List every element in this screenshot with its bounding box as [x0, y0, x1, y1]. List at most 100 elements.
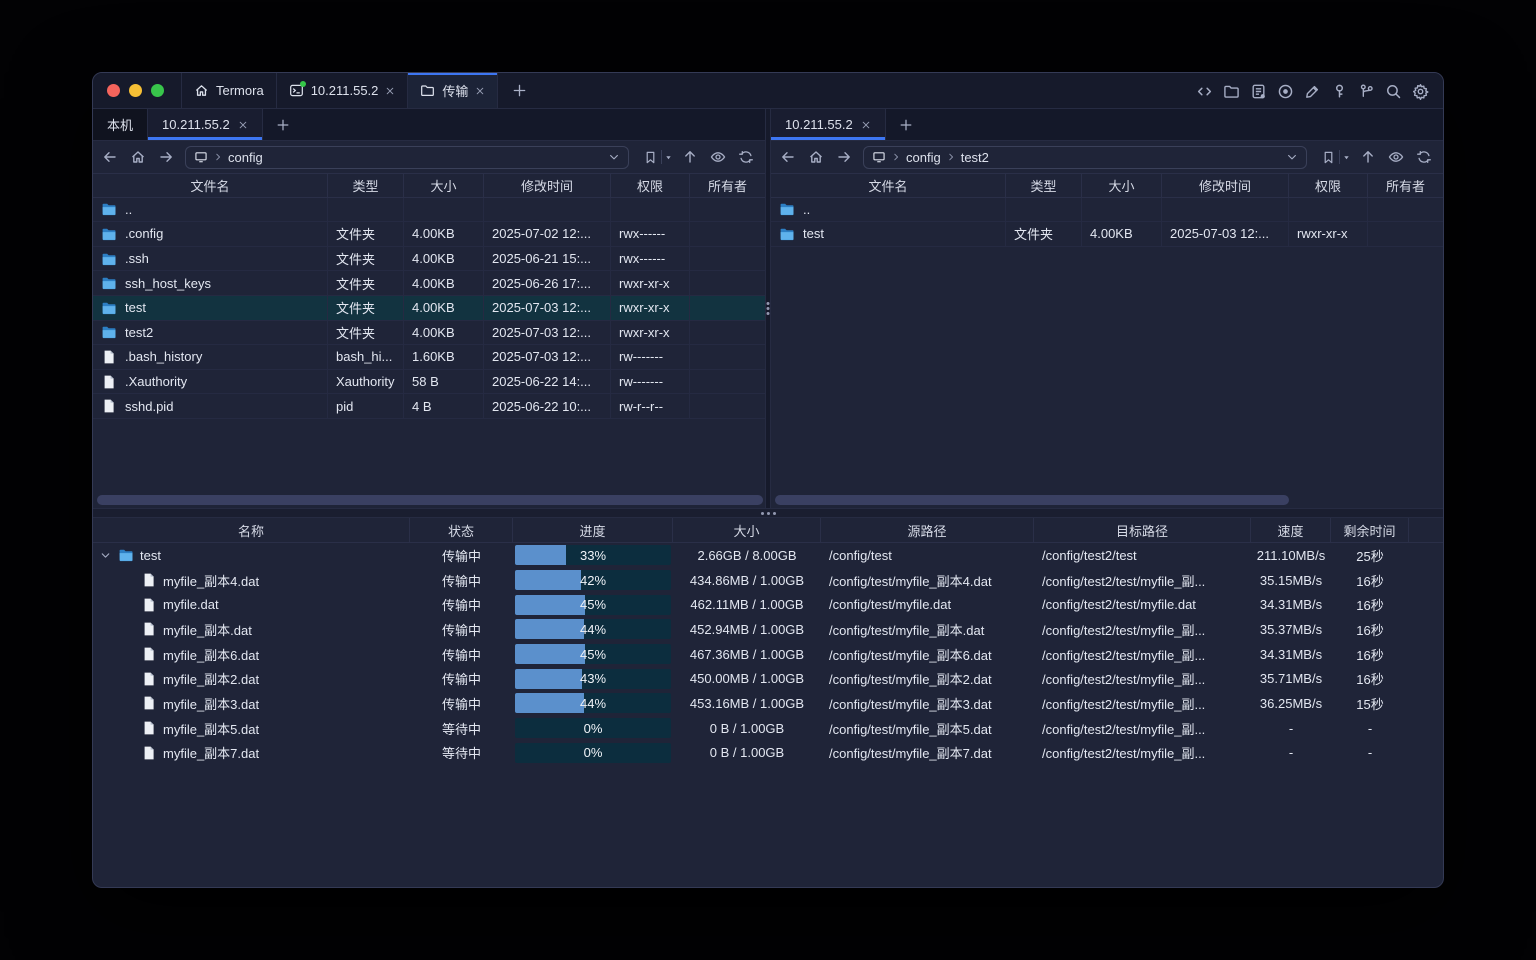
- edit-button[interactable]: [1304, 79, 1321, 103]
- back-button[interactable]: [775, 145, 801, 169]
- file-mtime: 2025-06-22 10:...: [492, 399, 591, 414]
- window-tab---[interactable]: 传输: [408, 73, 498, 108]
- file-perm-cell: rwxr-xr-x: [611, 271, 690, 295]
- window-tab-home[interactable]: Termora: [181, 73, 277, 108]
- up-directory-button[interactable]: [1355, 145, 1381, 169]
- file-row[interactable]: .XauthorityXauthority58 B2025-06-22 14:.…: [93, 370, 765, 395]
- termora-window: Termora10.211.55.2传输 本机10.211.55.2config…: [92, 72, 1444, 888]
- path-segment[interactable]: test2: [961, 150, 989, 165]
- horizontal-scrollbar-thumb[interactable]: [97, 495, 763, 505]
- zoom-window-button[interactable]: [151, 84, 164, 97]
- close-tab-icon[interactable]: [475, 86, 485, 96]
- panel-tab-10-211-55-2[interactable]: 10.211.55.2: [148, 109, 263, 140]
- address-bar[interactable]: config: [185, 146, 629, 169]
- forward-button[interactable]: [831, 145, 857, 169]
- path-segment[interactable]: config: [906, 150, 941, 165]
- branch-button[interactable]: [1358, 79, 1375, 103]
- transfer-row[interactable]: myfile.dat传输中45%462.11MB / 1.00GB/config…: [93, 592, 1443, 617]
- new-tab-button[interactable]: [498, 73, 541, 108]
- column-header[interactable]: 所有者: [690, 174, 765, 197]
- search-button[interactable]: [1385, 79, 1402, 103]
- transfer-row[interactable]: myfile_副本2.dat传输中43%450.00MB / 1.00GB/co…: [93, 666, 1443, 691]
- close-tab-icon[interactable]: [861, 120, 871, 130]
- transfer-name: myfile_副本3.dat: [163, 694, 259, 713]
- bookmark-button[interactable]: [1317, 145, 1353, 169]
- transfer-row[interactable]: myfile_副本5.dat等待中0%0 B / 1.00GB/config/t…: [93, 716, 1443, 741]
- file-row[interactable]: ..: [771, 198, 1443, 223]
- column-header[interactable]: 进度: [513, 518, 673, 542]
- expand-chevron-icon[interactable]: [99, 549, 112, 562]
- file-row[interactable]: .config文件夹4.00KB2025-07-02 12:...rwx----…: [93, 222, 765, 247]
- address-bar[interactable]: config test2: [863, 146, 1307, 169]
- column-header[interactable]: 大小: [404, 174, 484, 197]
- transfer-row[interactable]: test传输中33%2.66GB / 8.00GB/config/test/co…: [93, 543, 1443, 568]
- file-name-cell: test: [93, 296, 328, 320]
- forward-button[interactable]: [153, 145, 179, 169]
- new-panel-tab-button[interactable]: [886, 109, 926, 140]
- file-type-cell: 文件夹: [328, 247, 404, 271]
- file-row[interactable]: .ssh文件夹4.00KB2025-06-21 15:...rwx------: [93, 247, 765, 272]
- column-header[interactable]: 目标路径: [1034, 518, 1251, 542]
- folders-button[interactable]: [1223, 79, 1240, 103]
- close-tab-icon[interactable]: [385, 86, 395, 96]
- settings-button[interactable]: [1412, 79, 1429, 103]
- up-directory-button[interactable]: [677, 145, 703, 169]
- show-hidden-button[interactable]: [705, 145, 731, 169]
- file-row[interactable]: test2文件夹4.00KB2025-07-03 12:...rwxr-xr-x: [93, 321, 765, 346]
- folder-fill-icon: [779, 226, 795, 242]
- file-row[interactable]: sshd.pidpid4 B2025-06-22 10:...rw-r--r--: [93, 394, 765, 419]
- column-header[interactable]: 文件名: [93, 174, 328, 197]
- record-button[interactable]: [1277, 79, 1294, 103]
- column-header[interactable]: 类型: [1006, 174, 1082, 197]
- window-tab-10-211-55-2[interactable]: 10.211.55.2: [277, 73, 409, 108]
- file-row[interactable]: test文件夹4.00KB2025-07-03 12:...rwxr-xr-x: [771, 222, 1443, 247]
- column-header[interactable]: 修改时间: [1162, 174, 1289, 197]
- column-header[interactable]: 类型: [328, 174, 404, 197]
- home-button[interactable]: [803, 145, 829, 169]
- transfer-row[interactable]: myfile_副本3.dat传输中44%453.16MB / 1.00GB/co…: [93, 691, 1443, 716]
- new-panel-tab-button[interactable]: [263, 109, 303, 140]
- log-button[interactable]: [1250, 79, 1267, 103]
- column-header[interactable]: 源路径: [821, 518, 1034, 542]
- column-header[interactable]: 所有者: [1368, 174, 1443, 197]
- file-row[interactable]: test文件夹4.00KB2025-07-03 12:...rwxr-xr-x: [93, 296, 765, 321]
- refresh-button[interactable]: [733, 145, 759, 169]
- code-button[interactable]: [1196, 79, 1213, 103]
- column-header[interactable]: 权限: [1289, 174, 1368, 197]
- column-header[interactable]: 权限: [611, 174, 690, 197]
- file-row[interactable]: ssh_host_keys文件夹4.00KB2025-06-26 17:...r…: [93, 271, 765, 296]
- bookmark-button[interactable]: [639, 145, 675, 169]
- keys-button[interactable]: [1331, 79, 1348, 103]
- show-hidden-button[interactable]: [1383, 145, 1409, 169]
- column-header[interactable]: 名称: [93, 518, 410, 542]
- panel-tab-本机[interactable]: 本机: [93, 109, 148, 140]
- transfer-row[interactable]: myfile_副本4.dat传输中42%434.86MB / 1.00GB/co…: [93, 568, 1443, 593]
- panel-tab-10-211-55-2[interactable]: 10.211.55.2: [771, 109, 886, 140]
- column-header[interactable]: 状态: [410, 518, 513, 542]
- back-button[interactable]: [97, 145, 123, 169]
- transfer-row[interactable]: myfile_副本.dat传输中44%452.94MB / 1.00GB/con…: [93, 617, 1443, 642]
- file-row[interactable]: .bash_historybash_hi...1.60KB2025-07-03 …: [93, 345, 765, 370]
- close-window-button[interactable]: [107, 84, 120, 97]
- refresh-button[interactable]: [1411, 145, 1437, 169]
- horizontal-splitter[interactable]: [93, 508, 1443, 518]
- address-dropdown-icon[interactable]: [608, 151, 620, 163]
- column-header[interactable]: 大小: [1082, 174, 1162, 197]
- column-header[interactable]: 剩余时间: [1331, 518, 1409, 542]
- file-size: 58 B: [412, 374, 439, 389]
- address-dropdown-icon[interactable]: [1286, 151, 1298, 163]
- path-segment[interactable]: config: [228, 150, 263, 165]
- transfer-row[interactable]: myfile_副本6.dat传输中45%467.36MB / 1.00GB/co…: [93, 642, 1443, 667]
- minimize-window-button[interactable]: [129, 84, 142, 97]
- close-tab-icon[interactable]: [238, 120, 248, 130]
- horizontal-scrollbar-thumb[interactable]: [775, 495, 1289, 505]
- column-header[interactable]: 文件名: [771, 174, 1006, 197]
- folder-fill-icon: [101, 275, 117, 291]
- column-header[interactable]: 大小: [673, 518, 821, 542]
- transfer-row[interactable]: myfile_副本7.dat等待中0%0 B / 1.00GB/config/t…: [93, 741, 1443, 766]
- column-header[interactable]: 修改时间: [484, 174, 611, 197]
- folder-line-icon: [420, 83, 435, 98]
- column-header[interactable]: 速度: [1251, 518, 1331, 542]
- home-button[interactable]: [125, 145, 151, 169]
- file-row[interactable]: ..: [93, 198, 765, 223]
